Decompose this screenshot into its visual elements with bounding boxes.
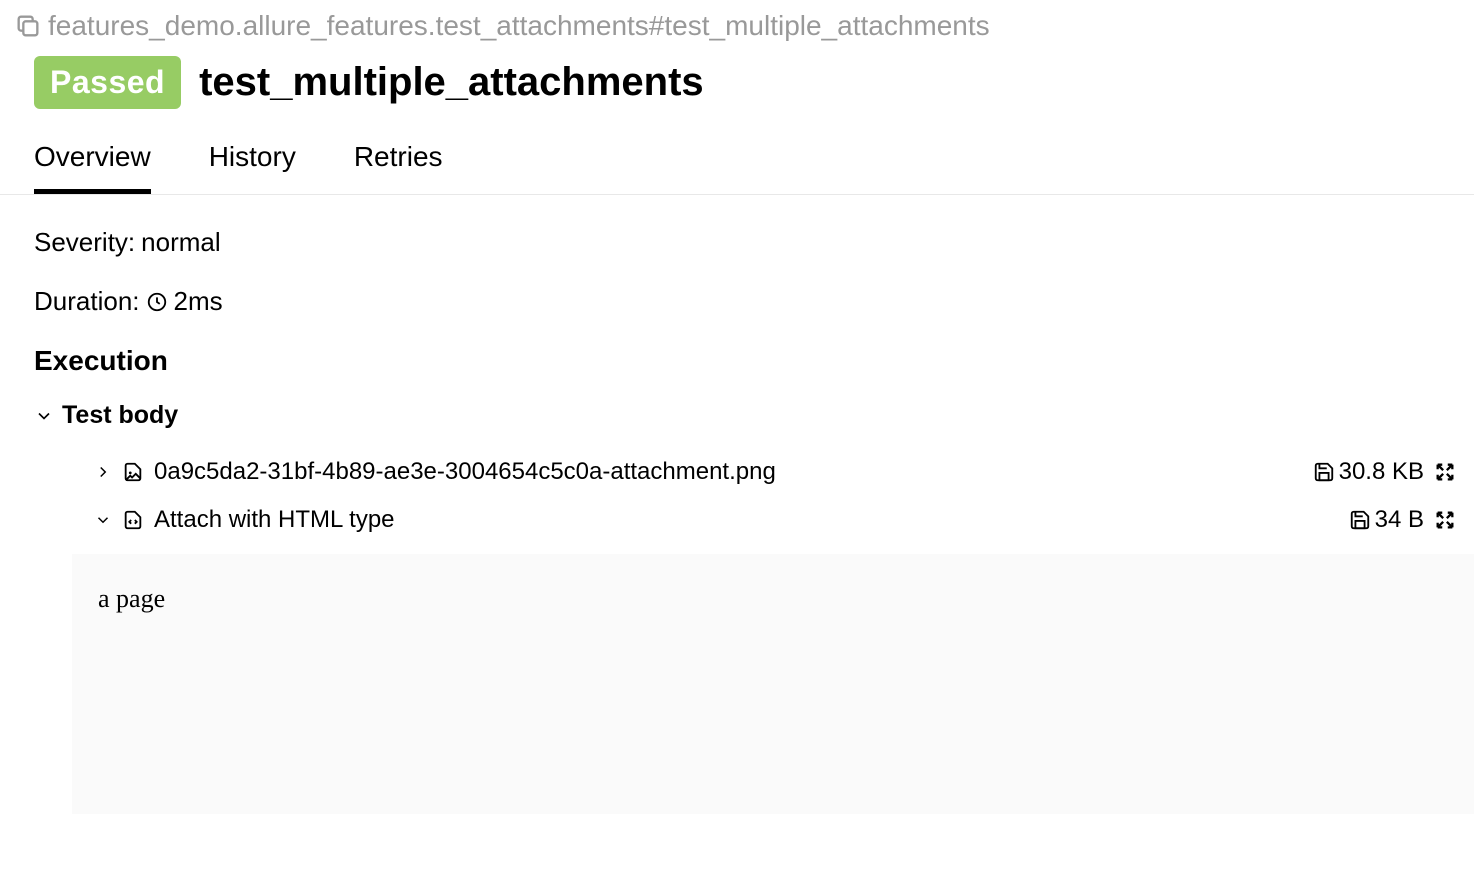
fullscreen-button[interactable] (1434, 461, 1456, 483)
breadcrumb: features_demo.allure_features.test_attac… (48, 10, 990, 42)
tab-history[interactable]: History (209, 141, 296, 194)
execution-heading: Execution (34, 345, 1474, 377)
duration-label: Duration: (34, 286, 140, 317)
attachment-row[interactable]: Attach with HTML type (94, 506, 395, 534)
attachment-content: a page (72, 554, 1474, 814)
save-icon (1349, 509, 1371, 531)
download-button[interactable]: 34 B (1349, 506, 1424, 534)
attachment-size: 34 B (1375, 506, 1424, 534)
duration-value: 2ms (174, 286, 223, 317)
attachment-row[interactable]: 0a9c5da2-31bf-4b89-ae3e-3004654c5c0a-att… (94, 458, 776, 486)
attachment-name: 0a9c5da2-31bf-4b89-ae3e-3004654c5c0a-att… (154, 458, 776, 486)
severity-value: normal (141, 227, 220, 258)
copy-icon[interactable] (14, 12, 42, 40)
chevron-right-icon (94, 463, 112, 481)
chevron-down-icon (34, 406, 54, 426)
tab-retries[interactable]: Retries (354, 141, 443, 194)
save-icon (1313, 461, 1335, 483)
test-title: test_multiple_attachments (199, 60, 704, 105)
code-file-icon (122, 509, 144, 531)
image-file-icon (122, 461, 144, 483)
tab-overview[interactable]: Overview (34, 141, 151, 194)
download-button[interactable]: 30.8 KB (1313, 458, 1424, 486)
chevron-down-icon (94, 511, 112, 529)
attachment-name: Attach with HTML type (154, 506, 395, 534)
clock-icon (146, 291, 168, 313)
test-body-expander[interactable]: Test body (34, 401, 1474, 430)
severity-label: Severity: (34, 227, 135, 258)
test-body-heading: Test body (62, 401, 178, 430)
fullscreen-button[interactable] (1434, 509, 1456, 531)
status-badge: Passed (34, 56, 181, 109)
tabs: Overview History Retries (0, 113, 1474, 195)
attachment-size: 30.8 KB (1339, 458, 1424, 486)
